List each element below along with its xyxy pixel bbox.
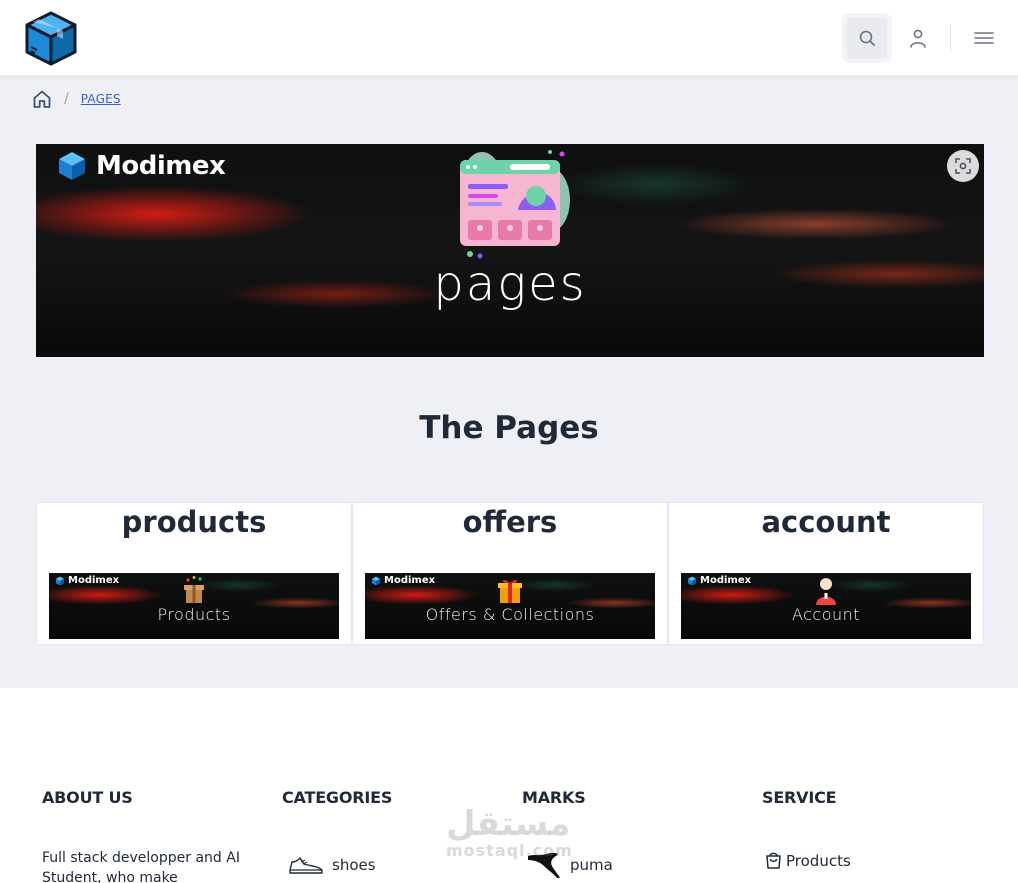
- card-image-brand-text: Modimex: [700, 575, 752, 586]
- watermark-latin: mostaql.com: [446, 841, 573, 860]
- breadcrumb-current-link[interactable]: PAGES: [81, 92, 121, 106]
- card-offers[interactable]: offers Modimex Offers & Collections: [352, 502, 668, 645]
- present-icon: [498, 579, 522, 603]
- banner-brand: Modimex: [56, 150, 226, 182]
- breadcrumb: / PAGES: [32, 87, 121, 111]
- card-title: products: [121, 505, 267, 539]
- card-image-label: Account: [791, 605, 861, 624]
- card-image-label: Offers & Collections: [425, 605, 595, 624]
- footer-service-heading: SERVICE: [762, 788, 837, 807]
- search-button[interactable]: [842, 13, 892, 63]
- card-image[interactable]: Modimex Account: [681, 573, 971, 639]
- card-title: offers: [462, 505, 558, 539]
- footer-categories-heading: CATEGORIES: [282, 788, 393, 807]
- watermark-arabic: مستقل: [446, 804, 571, 844]
- footer-category-shoes[interactable]: shoes: [288, 854, 376, 876]
- card-image[interactable]: Modimex Offers & Collections: [365, 573, 655, 639]
- gift-box-icon: [184, 576, 204, 603]
- card-image-brand-text: Modimex: [384, 575, 436, 586]
- footer-categories-column: CATEGORIES: [282, 788, 392, 807]
- cube-logo-icon: [55, 576, 65, 585]
- shoe-icon: [289, 857, 323, 874]
- banner-title: pages: [433, 256, 587, 312]
- card-title: account: [761, 505, 891, 539]
- menu-button[interactable]: [968, 22, 1000, 54]
- footer-about-column: ABOUT US: [42, 788, 133, 807]
- card-image-brand: Modimex: [371, 575, 435, 586]
- watermark: مستقل mostaql.com: [446, 806, 573, 860]
- user-icon: [910, 29, 926, 48]
- person-icon: [816, 578, 836, 605]
- hero-banner: Modimex pages: [36, 144, 984, 357]
- cube-logo-icon: [59, 152, 85, 180]
- image-scan-button[interactable]: [947, 150, 979, 182]
- card-image-label: Products: [157, 605, 231, 624]
- footer-service-column: SERVICE: [762, 788, 837, 807]
- footer-about-heading: ABOUT US: [42, 788, 133, 807]
- pages-cards: products Modimex Products offers Modimex…: [36, 502, 984, 645]
- card-image[interactable]: Modimex Products: [49, 573, 339, 639]
- shopping-bag-icon: [766, 852, 781, 869]
- section-title: The Pages: [419, 410, 599, 446]
- banner-brand-text: Modimex: [96, 151, 226, 181]
- footer-service-products[interactable]: Products: [764, 851, 851, 870]
- breadcrumb-separator: /: [64, 91, 69, 107]
- web-pages-illustration: [450, 148, 574, 264]
- card-image-brand: Modimex: [687, 575, 751, 586]
- cube-logo-icon: [687, 576, 697, 585]
- search-icon: [859, 30, 875, 46]
- account-button[interactable]: [902, 22, 934, 54]
- cube-box-icon[interactable]: [22, 9, 80, 67]
- footer-category-label: shoes: [332, 856, 376, 874]
- header-divider: [950, 24, 951, 52]
- footer-mark-label: puma: [570, 856, 613, 874]
- card-products[interactable]: products Modimex Products: [36, 502, 352, 645]
- footer-service-label: Products: [786, 851, 851, 870]
- hamburger-menu-icon: [974, 32, 994, 44]
- card-image-brand-text: Modimex: [68, 575, 120, 586]
- card-image-brand: Modimex: [55, 575, 119, 586]
- cube-logo-icon: [371, 576, 381, 585]
- footer-about-text: Full stack developper and AI Student, wh…: [42, 850, 240, 883]
- scan-icon: [955, 158, 971, 174]
- card-account[interactable]: account Modimex Account: [668, 502, 984, 645]
- home-icon[interactable]: [32, 89, 52, 109]
- top-header: [0, 0, 1018, 75]
